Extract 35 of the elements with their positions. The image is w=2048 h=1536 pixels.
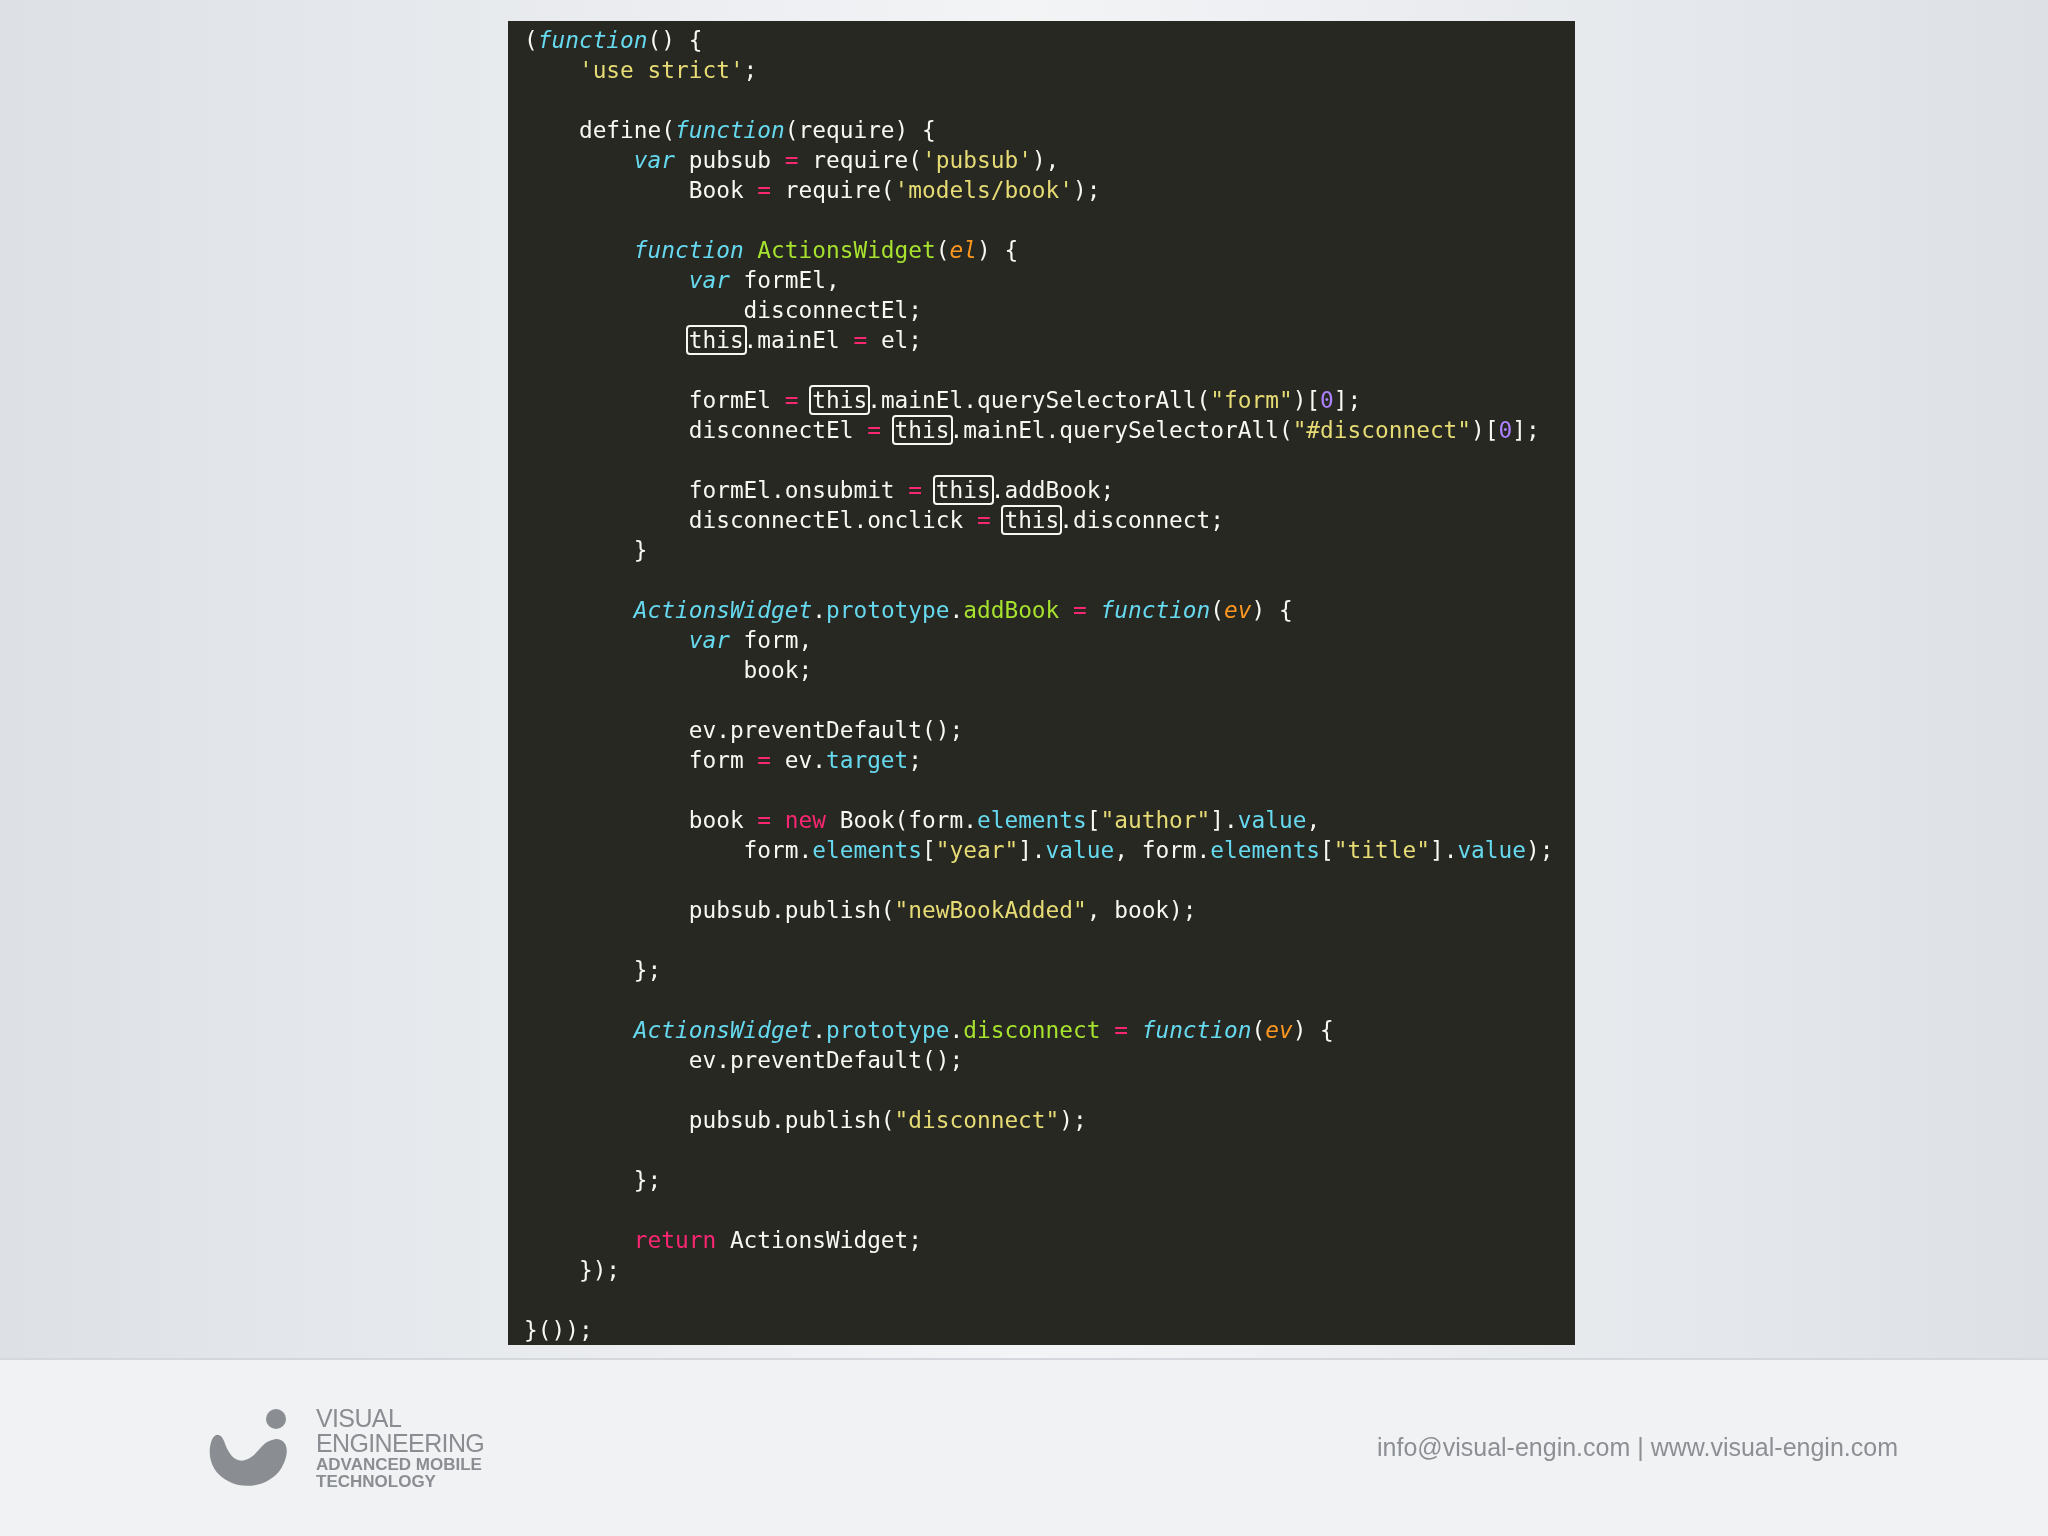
code-line: disconnectEl.onclick = this.disconnect; bbox=[688, 507, 1224, 533]
code-line: disconnectEl = this.mainEl.querySelectorAll("#disconnect")[0]; bbox=[688, 417, 1540, 443]
code-line: function ActionsWidget(el) { bbox=[633, 237, 1019, 263]
code-line: formEl.onsubmit = this.addBook; bbox=[688, 477, 1115, 503]
code-line: form.elements["year"].value, form.elements["title"].value); bbox=[743, 837, 1554, 863]
logo-text: TECHNOLOGY bbox=[316, 1473, 437, 1490]
contact-info: info@visual-engin.com | www.visual-engin.com bbox=[1377, 1432, 1898, 1464]
code-line: 'use strict'; bbox=[578, 57, 758, 83]
code-line: return ActionsWidget; bbox=[633, 1227, 923, 1253]
code-line: }; bbox=[633, 1167, 662, 1193]
code-line: define(function(require) { bbox=[578, 117, 936, 143]
code-line: Book = require('models/book'); bbox=[688, 177, 1101, 203]
code-line: }; bbox=[633, 957, 662, 983]
code-line: (function() { bbox=[524, 27, 703, 53]
code-line: }); bbox=[578, 1257, 621, 1283]
code-line: form = ev.target; bbox=[688, 747, 923, 773]
logo-text: ADVANCED MOBILE bbox=[316, 1456, 483, 1473]
code-line: ActionsWidget.prototype.addBook = function(ev) { bbox=[633, 597, 1293, 623]
logo-text: ENGINEERING bbox=[316, 1431, 485, 1456]
code-line: pubsub.publish("disconnect"); bbox=[688, 1107, 1087, 1133]
code-line: var pubsub = require('pubsub'), bbox=[633, 147, 1060, 173]
logo-text: VISUAL bbox=[316, 1406, 403, 1431]
code-line: book = new Book(form.elements["author"].value, bbox=[688, 807, 1321, 833]
code-line: formEl = this.mainEl.querySelectorAll("form")[0]; bbox=[688, 387, 1362, 413]
code-line: var form, bbox=[688, 627, 813, 653]
code-line: pubsub.publish("newBookAdded", book); bbox=[688, 897, 1197, 923]
code-line: } bbox=[633, 537, 648, 563]
code-line: book; bbox=[743, 657, 813, 683]
code-line: disconnectEl; bbox=[743, 297, 923, 323]
code-line: ev.preventDefault(); bbox=[688, 1047, 964, 1073]
code-line: ActionsWidget.prototype.disconnect = function(ev) { bbox=[633, 1017, 1334, 1043]
code-line: ev.preventDefault(); bbox=[688, 717, 964, 743]
code-line: var formEl, bbox=[688, 267, 840, 293]
code-line: }()); bbox=[524, 1317, 593, 1343]
code-line: this.mainEl = el; bbox=[688, 327, 923, 353]
